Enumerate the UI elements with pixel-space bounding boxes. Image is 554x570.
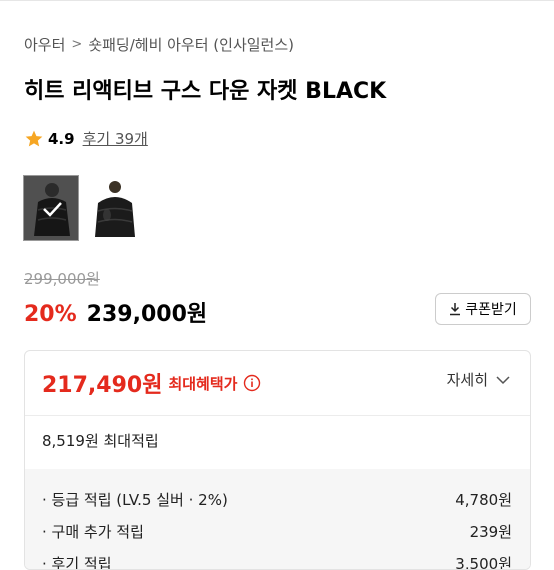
points-line-value: 3,500원 <box>455 555 512 570</box>
coupon-download-button[interactable]: 쿠폰받기 <box>435 293 531 325</box>
benefit-detail-toggle[interactable]: 자세히 <box>447 369 510 390</box>
discount-rate: 20% <box>24 302 77 327</box>
coupon-button-label: 쿠폰받기 <box>465 302 517 318</box>
max-points: 8,519원 최대적립 <box>42 432 159 450</box>
chevron-down-icon <box>496 375 510 384</box>
rating-score: 4.9 <box>48 129 75 148</box>
price-row: 20% 239,000원 <box>24 296 207 328</box>
original-price: 299,000원 <box>24 270 100 288</box>
star-icon <box>25 130 43 146</box>
points-line-label: · 구매 추가 적립 <box>42 523 144 541</box>
max-benefit-header: 217,490원 최대혜택가 <box>42 367 261 399</box>
points-line-grade: · 등급 적립 (LV.5 실버 · 2%) 4,780원 <box>42 489 512 510</box>
thumbnail-list <box>23 175 143 241</box>
thumbnail-2[interactable] <box>87 175 143 241</box>
review-link[interactable]: 후기 39개 <box>83 128 148 149</box>
max-benefit-price: 217,490원 <box>42 373 163 398</box>
product-image-2 <box>87 175 143 241</box>
product-image-1 <box>24 176 78 240</box>
breadcrumb: 아우터 > 숏패딩/헤비 아우터 (인사일런스) <box>24 34 294 55</box>
points-line-label: · 등급 적립 (LV.5 실버 · 2%) <box>42 491 228 509</box>
benefit-panel: 217,490원 최대혜택가 자세히 8,519원 최대적립 · 등급 적립 (… <box>24 350 531 570</box>
points-line-label: · 후기 적립 <box>42 555 112 570</box>
rating-row: 4.9 후기 39개 <box>24 128 148 149</box>
breadcrumb-item-outer[interactable]: 아우터 <box>24 34 65 55</box>
max-benefit-label: 최대혜택가 <box>168 374 238 393</box>
sale-price: 239,000원 <box>86 302 208 327</box>
points-line-value: 239원 <box>469 523 512 541</box>
points-line-value: 4,780원 <box>455 491 512 509</box>
product-title: 히트 리액티브 구스 다운 자켓 BLACK <box>24 79 387 104</box>
detail-label: 자세히 <box>446 371 488 389</box>
download-icon <box>450 303 461 316</box>
points-line-review: · 후기 적립 3,500원 <box>42 553 512 570</box>
points-breakdown: · 등급 적립 (LV.5 실버 · 2%) 4,780원 · 구매 추가 적립… <box>25 469 530 570</box>
top-divider <box>0 0 554 1</box>
benefit-divider <box>25 415 530 416</box>
info-icon[interactable] <box>243 374 261 392</box>
breadcrumb-item-padding[interactable]: 숏패딩/헤비 아우터 (인사일런스) <box>88 34 294 55</box>
thumbnail-1[interactable] <box>23 175 79 241</box>
chevron-right-icon: > <box>71 37 83 52</box>
points-line-purchase: · 구매 추가 적립 239원 <box>42 521 512 542</box>
